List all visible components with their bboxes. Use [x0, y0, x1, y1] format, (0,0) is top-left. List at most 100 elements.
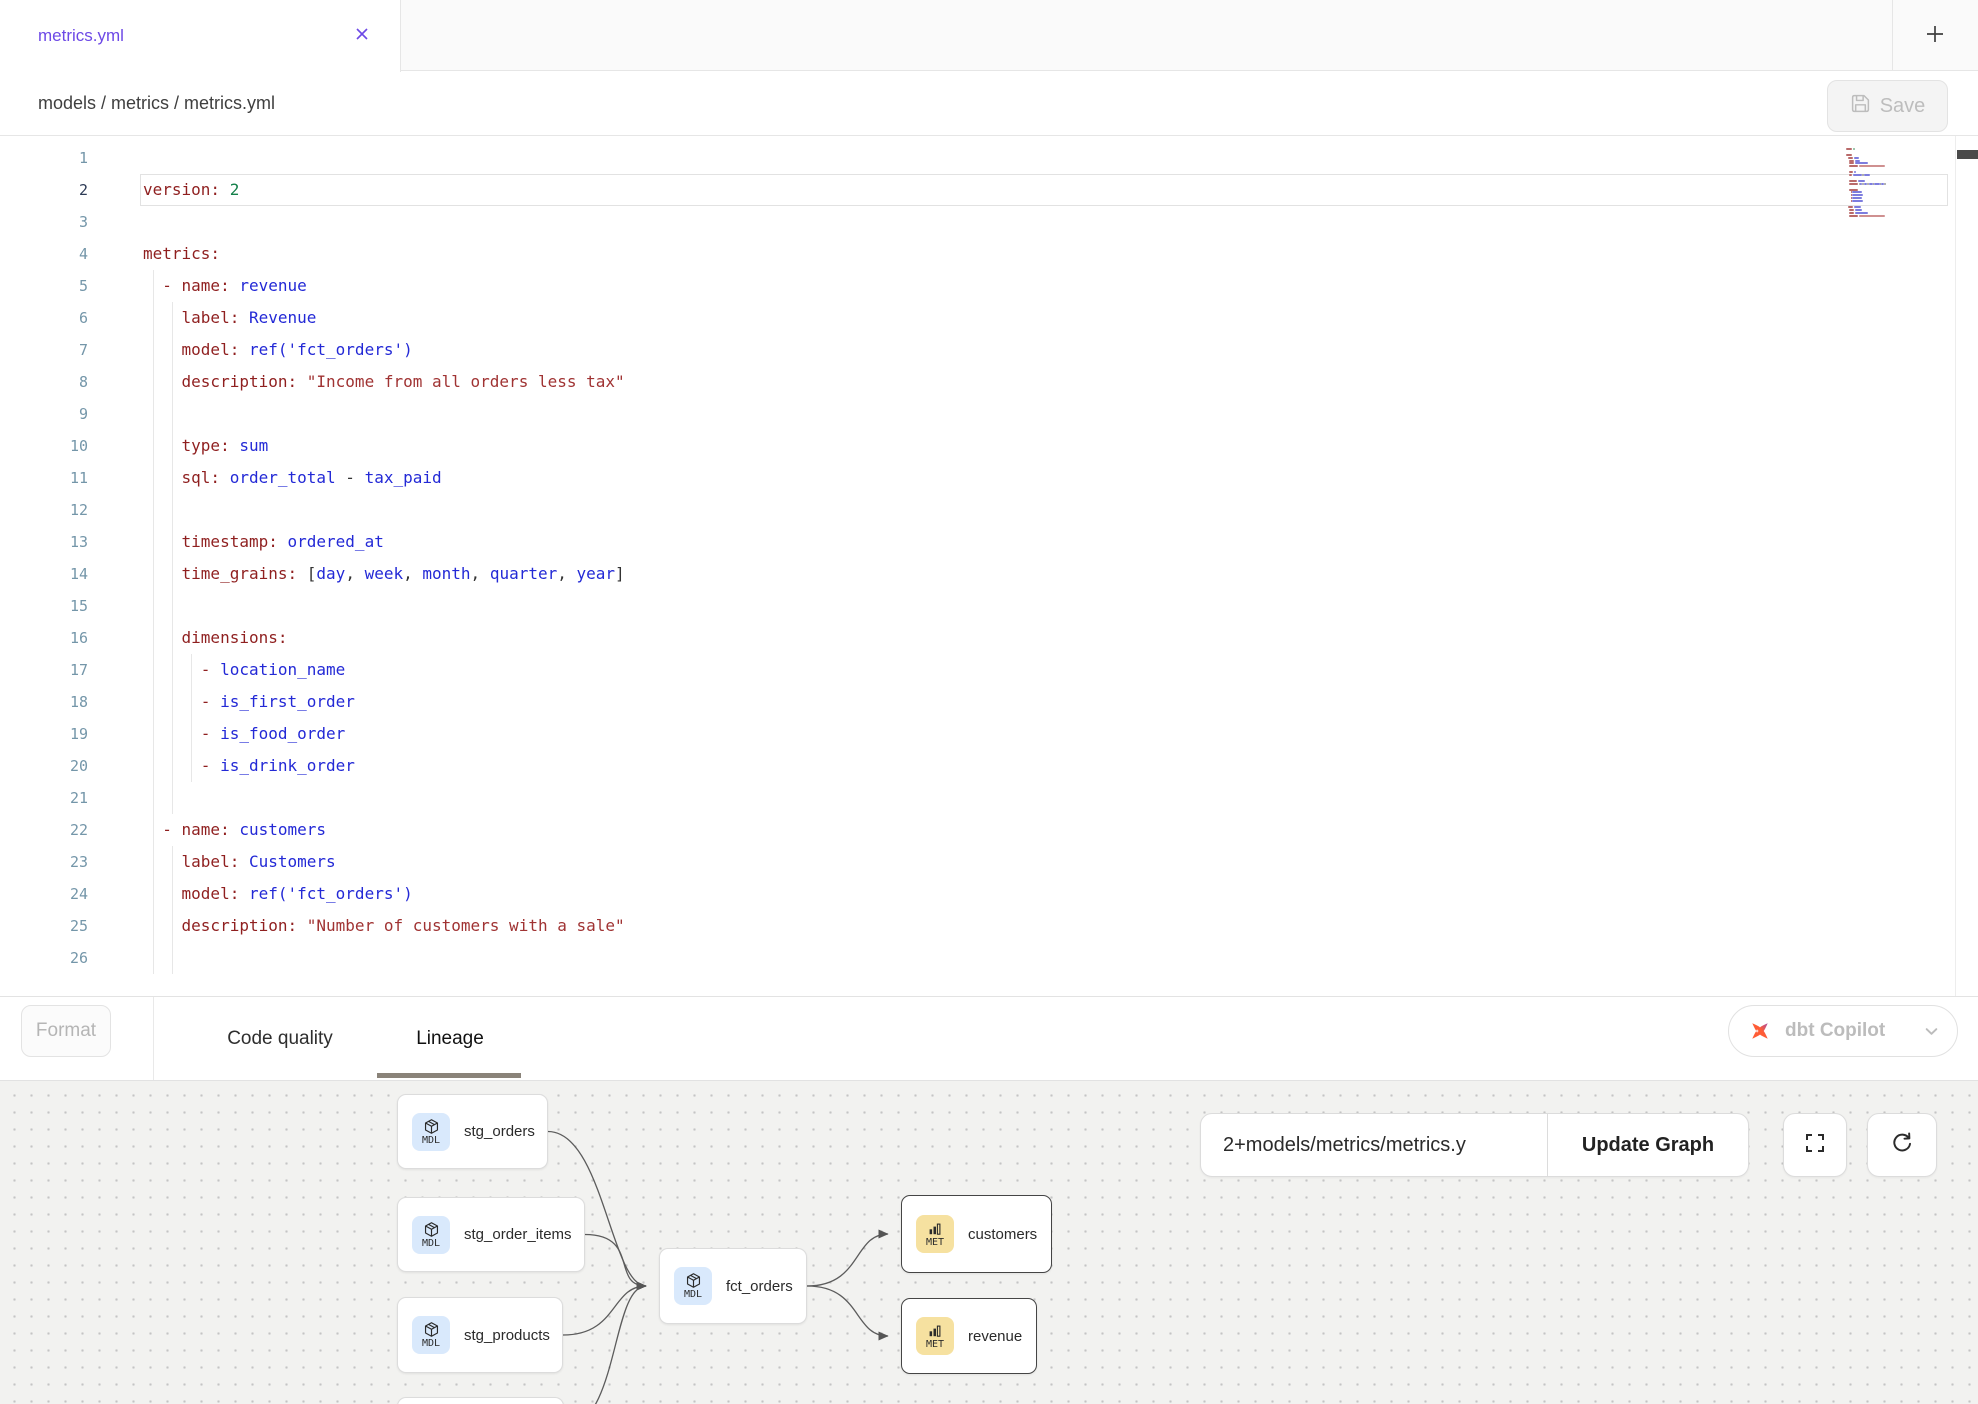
update-graph-button[interactable]: Update Graph — [1548, 1114, 1748, 1176]
code-line[interactable]: 8 description: "Income from all orders l… — [0, 366, 1978, 398]
code-line[interactable]: 16 dimensions: — [0, 622, 1978, 654]
code-text: - is_drink_order — [143, 750, 355, 782]
minimap-line — [1854, 157, 1859, 159]
code-text: sql: order_total - tax_paid — [143, 462, 442, 494]
minimap-line — [1848, 206, 1853, 208]
code-text: - location_name — [143, 654, 345, 686]
code-line[interactable]: 15 — [0, 590, 1978, 622]
format-button[interactable]: Format — [21, 1005, 111, 1057]
dbt-copilot-button[interactable]: dbt Copilot — [1728, 1005, 1958, 1057]
minimap-line — [1852, 191, 1862, 193]
dbt-copilot-icon — [1747, 1018, 1773, 1044]
refresh-button[interactable] — [1867, 1113, 1937, 1177]
code-line[interactable]: 22 - name: customers — [0, 814, 1978, 846]
minimap-line — [1852, 194, 1863, 196]
code-text: - name: customers — [143, 814, 326, 846]
code-text: - is_food_order — [143, 718, 345, 750]
code-line[interactable]: 7 model: ref('fct_orders') — [0, 334, 1978, 366]
code-line[interactable]: 18 - is_first_order — [0, 686, 1978, 718]
graph-filter-input[interactable] — [1201, 1114, 1547, 1176]
code-line[interactable]: 23 label: Customers — [0, 846, 1978, 878]
code-line[interactable]: 25 description: "Number of customers wit… — [0, 910, 1978, 942]
code-line[interactable]: 3 — [0, 206, 1978, 238]
code-text: timestamp: ordered_at — [143, 526, 384, 558]
lineage-node-revenue[interactable]: METrevenue — [901, 1298, 1037, 1374]
fullscreen-button[interactable] — [1783, 1113, 1847, 1177]
tab-lineage[interactable]: Lineage — [395, 997, 505, 1081]
code-editor[interactable]: 12version: 234metrics:5 - name: revenue6… — [0, 136, 1978, 996]
code-text: description: "Income from all orders les… — [143, 366, 625, 398]
code-line[interactable]: 12 — [0, 494, 1978, 526]
cube-icon — [685, 1272, 702, 1289]
code-line[interactable]: 17 - location_name — [0, 654, 1978, 686]
indent-guide — [153, 782, 154, 814]
badge-label: MDL — [422, 1135, 440, 1146]
line-number: 20 — [0, 750, 88, 782]
code-text: label: Customers — [143, 846, 336, 878]
edge-fct_orders-to-revenue — [807, 1286, 888, 1336]
node-title: fct_orders — [726, 1278, 793, 1295]
code-line[interactable]: 21 — [0, 782, 1978, 814]
code-line[interactable]: 2version: 2 — [0, 174, 1978, 206]
code-text: time_grains: [day, week, month, quarter,… — [143, 558, 625, 590]
code-line[interactable]: 9 — [0, 398, 1978, 430]
code-line[interactable]: 11 sql: order_total - tax_paid — [0, 462, 1978, 494]
code-line[interactable]: 20 - is_drink_order — [0, 750, 1978, 782]
minimap-line — [1853, 174, 1862, 176]
indent-guide — [153, 942, 154, 974]
close-icon[interactable] — [354, 26, 370, 47]
dbt-copilot-label: dbt Copilot — [1785, 1020, 1912, 1042]
cube-icon — [423, 1321, 440, 1338]
lineage-node-stg_orders[interactable]: MDLstg_orders — [397, 1094, 548, 1169]
minimap[interactable] — [1845, 145, 1909, 365]
minimap-line — [1849, 189, 1858, 191]
minimap-line — [1852, 197, 1862, 199]
code-text: model: ref('fct_orders') — [143, 878, 413, 910]
edge-fct_orders-to-customers — [807, 1234, 888, 1286]
minimap-line — [1849, 162, 1854, 164]
code-line[interactable]: 1 — [0, 142, 1978, 174]
code-text: description: "Number of customers with a… — [143, 910, 625, 942]
indent-guide — [172, 590, 173, 622]
minimap-line — [1859, 215, 1885, 217]
active-line-highlight — [140, 174, 1948, 206]
lineage-node-stg_order_items[interactable]: MDLstg_order_items — [397, 1197, 585, 1272]
metric-badge: MET — [916, 1215, 954, 1253]
new-tab-button[interactable] — [1913, 14, 1957, 58]
lineage-panel[interactable]: MDLstg_ordersMDLstg_order_itemsMDLstg_pr… — [0, 1080, 1978, 1404]
code-line[interactable]: 14 time_grains: [day, week, month, quart… — [0, 558, 1978, 590]
tab-code-quality[interactable]: Code quality — [195, 997, 365, 1081]
line-number: 25 — [0, 910, 88, 942]
code-line[interactable]: 24 model: ref('fct_orders') — [0, 878, 1978, 910]
line-number: 10 — [0, 430, 88, 462]
plus-icon — [1924, 23, 1946, 50]
code-line[interactable]: 10 type: sum — [0, 430, 1978, 462]
indent-guide — [172, 942, 173, 974]
code-text: label: Revenue — [143, 302, 316, 334]
lineage-node-stg_partial[interactable]: MDL — [397, 1397, 564, 1404]
code-text: type: sum — [143, 430, 268, 462]
tab-metrics-yml[interactable]: metrics.yml — [0, 0, 401, 72]
save-button[interactable]: Save — [1827, 80, 1948, 132]
code-line[interactable]: 26 — [0, 942, 1978, 974]
code-line[interactable]: 6 label: Revenue — [0, 302, 1978, 334]
indent-guide — [172, 398, 173, 430]
line-number: 18 — [0, 686, 88, 718]
lineage-node-fct_orders[interactable]: MDLfct_orders — [659, 1248, 807, 1324]
code-text: dimensions: — [143, 622, 288, 654]
scrollbar-thumb[interactable] — [1957, 150, 1978, 159]
code-line[interactable]: 19 - is_food_order — [0, 718, 1978, 750]
node-title: stg_products — [464, 1327, 550, 1344]
minimap-line — [1849, 180, 1857, 182]
code-line[interactable]: 13 timestamp: ordered_at — [0, 526, 1978, 558]
code-line[interactable]: 5 - name: revenue — [0, 270, 1978, 302]
bar-chart-icon — [927, 1323, 943, 1339]
code-line[interactable]: 4metrics: — [0, 238, 1978, 270]
save-label: Save — [1880, 95, 1926, 118]
chevron-down-icon — [1924, 1024, 1939, 1039]
minimap-line — [1849, 209, 1854, 211]
lineage-node-customers[interactable]: METcustomers — [901, 1195, 1052, 1273]
code-text: version: 2 — [143, 174, 239, 206]
scrollbar-track[interactable] — [1955, 136, 1956, 996]
lineage-node-stg_products[interactable]: MDLstg_products — [397, 1297, 563, 1373]
